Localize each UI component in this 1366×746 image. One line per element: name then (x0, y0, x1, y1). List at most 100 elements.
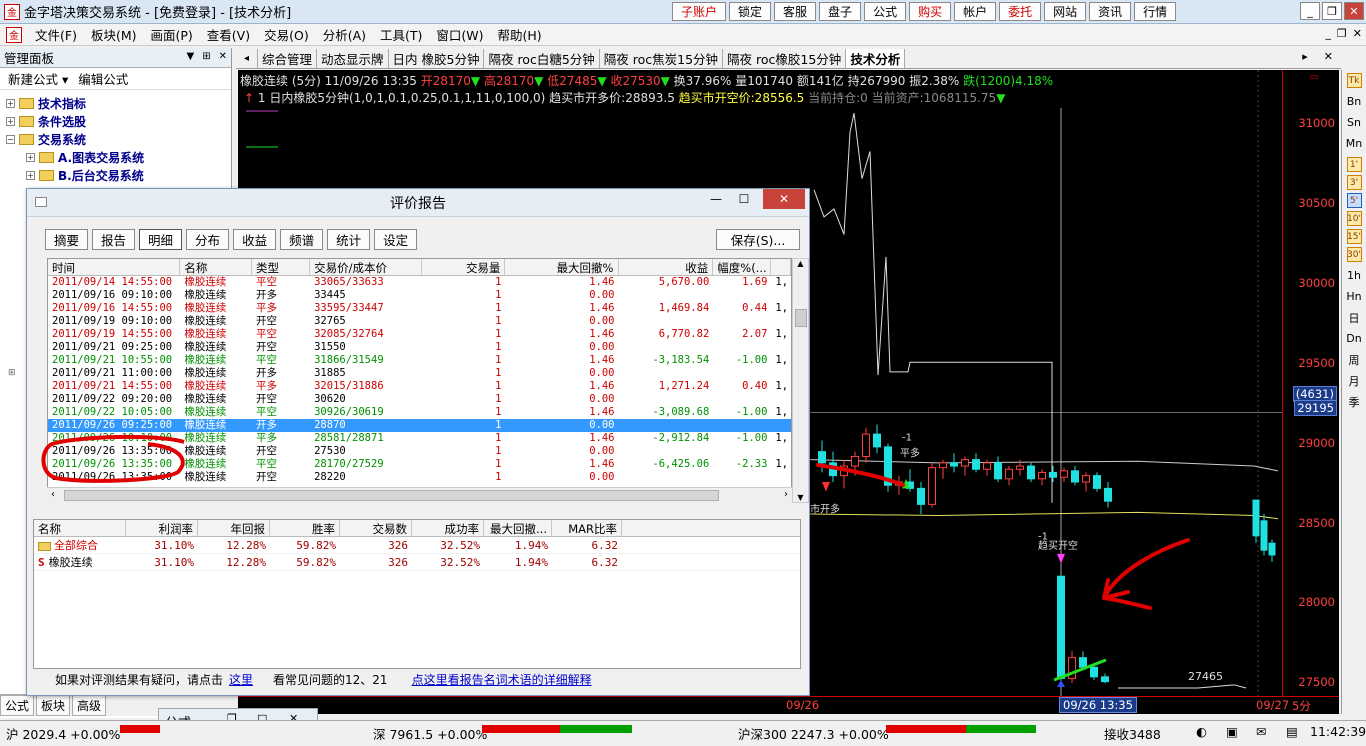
title-button[interactable]: 客服 (774, 2, 817, 21)
trade-row[interactable]: 2011/09/26 13:35:00 橡胶连续 开空 28220 1 0.00 (48, 471, 791, 484)
menu-item[interactable]: 板块(M) (84, 25, 144, 44)
menu-item[interactable]: 交易(O) (257, 25, 316, 44)
chart-tab[interactable]: 综合管理 (258, 48, 318, 68)
summary-column-header[interactable]: MAR比率 (552, 520, 622, 536)
tree-item[interactable]: + 技术指标 (0, 94, 231, 112)
trade-row[interactable]: 2011/09/16 14:55:00 橡胶连续 平多 33595/33447 1 1.4… (48, 302, 791, 315)
mdi-close-button[interactable]: ✕ (1353, 27, 1362, 40)
summary-column-header[interactable]: 年回报 (198, 520, 270, 536)
trade-row[interactable]: 2011/09/26 13:35:00 橡胶连续 开空 27530 1 0.00 (48, 445, 791, 458)
summary-row[interactable]: S 橡胶连续 31.10% 12.28% 59.82% 326 32.52% 1.94% 6.3… (34, 554, 800, 571)
tab-formula[interactable]: 公式 (0, 695, 35, 716)
menu-item[interactable]: 分析(A) (316, 25, 373, 44)
hscroll-thumb[interactable] (64, 490, 719, 501)
trade-row[interactable]: 2011/09/16 09:10:00 橡胶连续 开多 33445 1 0.00 (48, 289, 791, 302)
period-button[interactable]: 15' (1346, 229, 1362, 244)
report-view-button[interactable]: 报告 (92, 229, 136, 250)
period-button[interactable]: 10' (1346, 211, 1362, 226)
report-view-button[interactable]: 分布 (186, 229, 230, 250)
summary-column-header[interactable]: 胜率 (270, 520, 340, 536)
summary-column-header[interactable]: 成功率 (412, 520, 484, 536)
tab-advanced[interactable]: 高级 (72, 695, 107, 716)
sz-index[interactable]: 深 7961.5 +0.00% (373, 724, 487, 743)
tree-item[interactable]: + B.后台交易系统 (0, 166, 231, 184)
column-header[interactable]: 收益 (619, 259, 714, 275)
dialog-close-button[interactable]: ✕ (763, 189, 805, 209)
period-button[interactable]: Mn (1342, 133, 1366, 154)
menu-item[interactable]: 窗口(W) (429, 25, 490, 44)
save-button[interactable]: 保存(S)... (716, 229, 800, 250)
dialog-maximize-button[interactable]: ☐ (731, 189, 757, 209)
trade-row[interactable]: 2011/09/14 14:55:00 橡胶连续 平空 33065/33633 1 1.4… (48, 276, 791, 289)
panel-dropdown-icon[interactable]: ▼ (187, 51, 195, 62)
tree-item[interactable]: + A.图表交易系统 (0, 148, 231, 166)
mdi-restore-button[interactable]: ❐ (1337, 27, 1347, 40)
tab-scroll-left-icon[interactable]: ◂ (236, 48, 258, 68)
chart-tab[interactable]: 隔夜 roc焦炭15分钟 (600, 48, 724, 68)
scroll-thumb[interactable] (795, 309, 807, 327)
chart-tab[interactable]: 隔夜 roc橡胶15分钟 (723, 48, 847, 68)
menu-item[interactable]: 画面(P) (144, 25, 200, 44)
trade-row[interactable]: 2011/09/22 10:05:00 橡胶连续 平空 30926/30619 1 1.4… (48, 406, 791, 419)
column-header[interactable]: 最大回撤% (505, 259, 619, 275)
close-button[interactable]: ✕ (1344, 2, 1364, 20)
mdi-app-icon[interactable]: 金 (6, 26, 22, 43)
summary-column-header[interactable]: 名称 (34, 520, 126, 536)
title-button[interactable]: 委托 (999, 2, 1042, 21)
scroll-up-icon[interactable]: ▲ (793, 259, 808, 268)
title-button[interactable]: 资讯 (1089, 2, 1132, 21)
expand-icon[interactable]: + (26, 152, 35, 162)
edit-formula-button[interactable]: 编辑公式 (78, 69, 128, 88)
lock-icon[interactable]: ▣ (1226, 724, 1238, 739)
period-button[interactable]: Hn (1342, 286, 1366, 307)
menu-item[interactable]: 文件(F) (28, 25, 84, 44)
minimize-button[interactable]: _ (1300, 2, 1320, 20)
chart-tab[interactable]: 隔夜 roc白糖5分钟 (484, 48, 600, 68)
title-button[interactable]: 购买 (909, 2, 952, 21)
trade-row[interactable]: 2011/09/26 10:10:00 橡胶连续 平多 28581/28871 1 1.4… (48, 432, 791, 445)
column-header[interactable]: 交易价/成本价 (310, 259, 423, 275)
period-button[interactable]: 月 (1342, 370, 1366, 391)
period-button[interactable]: Bn (1342, 91, 1366, 112)
period-button[interactable]: 30' (1346, 247, 1362, 262)
tree-expand-icon[interactable]: ⊞ (8, 368, 16, 378)
period-button[interactable]: 1' (1346, 157, 1362, 172)
tree-item[interactable]: − 交易系统 (0, 130, 231, 148)
trade-grid-vscroll[interactable]: ▲ ▼ (792, 258, 809, 503)
trade-row[interactable]: 2011/09/21 14:55:00 橡胶连续 平多 32015/31886 1 1.4… (48, 380, 791, 393)
tree-item[interactable]: + 条件选股 (0, 112, 231, 130)
chart-tab[interactable]: 动态显示牌 (317, 48, 389, 68)
message-icon[interactable]: ✉ (1256, 724, 1266, 739)
tab-close-icon[interactable]: ✕ (1324, 50, 1333, 63)
calendar-icon[interactable]: ▤ (1286, 724, 1298, 739)
trade-row[interactable]: 2011/09/19 14:55:00 橡胶连续 平空 32085/32764 1 1.4… (48, 328, 791, 341)
report-view-button[interactable]: 摘要 (45, 229, 89, 250)
expand-icon[interactable]: + (6, 98, 15, 108)
expand-icon[interactable]: + (26, 170, 35, 180)
title-button[interactable]: 帐户 (954, 2, 997, 21)
report-view-button[interactable]: 收益 (233, 229, 277, 250)
title-button[interactable]: 网站 (1044, 2, 1087, 21)
scroll-down-icon[interactable]: ▼ (793, 493, 808, 502)
faq-link[interactable]: 这里 (229, 671, 253, 688)
trade-grid-hscroll[interactable]: ‹ › (47, 487, 792, 503)
period-button[interactable]: Sn (1342, 112, 1366, 133)
report-view-button[interactable]: 频谱 (280, 229, 324, 250)
period-button[interactable]: 季 (1342, 391, 1366, 412)
panel-pin-icon[interactable]: ⊞ (202, 51, 210, 62)
title-button[interactable]: 子账户 (672, 2, 727, 21)
tab-next-icon[interactable]: ▸ (1302, 50, 1308, 63)
title-button[interactable]: 公式 (864, 2, 907, 21)
summary-row[interactable]: 全部综合 31.10% 12.28% 59.82% 326 32.52% 1.94% 6.32 (34, 537, 800, 554)
period-button[interactable]: Tk (1346, 73, 1362, 88)
sh-index[interactable]: 沪 2029.4 +0.00% (6, 724, 120, 743)
trade-row[interactable]: 2011/09/19 09:10:00 橡胶连续 开空 32765 1 0.00 (48, 315, 791, 328)
glossary-link[interactable]: 点这里看报告名词术语的详细解释 (412, 671, 592, 688)
period-button[interactable]: 1h (1342, 265, 1366, 286)
collapse-icon[interactable]: − (6, 134, 15, 144)
report-view-button[interactable]: 统计 (327, 229, 371, 250)
column-header[interactable]: 时间 (48, 259, 181, 275)
axis-menu-icon[interactable]: ▭ (1310, 72, 1319, 83)
summary-grid[interactable]: 名称 利润率 年回报 胜率 交易数 成功率 最大回撤... MAR比率 全部综合 31.10% 1… (33, 519, 801, 669)
mdi-minimize-button[interactable]: _ (1325, 27, 1331, 40)
